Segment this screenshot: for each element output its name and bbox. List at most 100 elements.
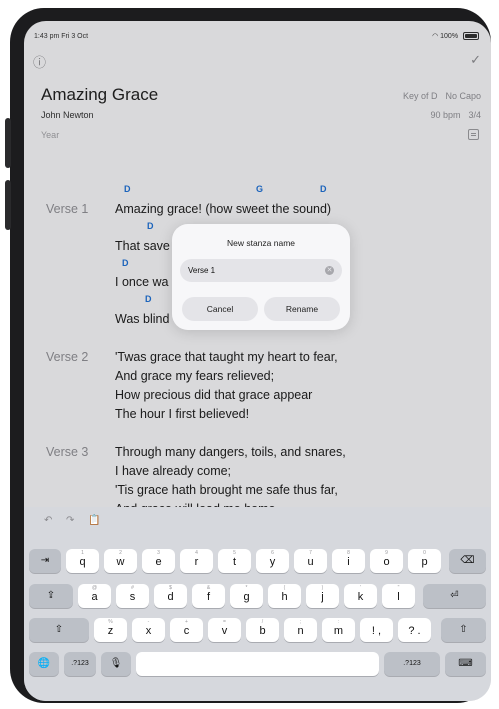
lyric-line[interactable]: The hour I first believed! [115, 407, 249, 421]
key-2[interactable]: $ d [154, 584, 187, 608]
key-5[interactable]: ; n [284, 618, 317, 642]
stanza-name-input[interactable] [188, 259, 308, 282]
song-key[interactable]: Key of D [403, 91, 438, 101]
clear-icon[interactable]: ✕ [325, 266, 334, 275]
key-alt-label: / [261, 619, 264, 625]
volume-button [5, 118, 11, 168]
dictation-key[interactable]: 🎙 [101, 652, 131, 676]
key-6[interactable]: 7u [294, 549, 327, 573]
chord[interactable]: D [122, 258, 129, 268]
list-icon[interactable] [468, 129, 479, 140]
done-icon[interactable]: ✓ [470, 52, 481, 68]
key-0[interactable]: 1q [66, 549, 99, 573]
key-alt-label: 0 [423, 550, 426, 556]
key-2[interactable]: 3e [142, 549, 175, 573]
verse-label[interactable]: Verse 2 [46, 350, 88, 364]
song-title[interactable]: Amazing Grace [41, 85, 158, 105]
key-5[interactable]: (h [268, 584, 301, 608]
keyboard-dismiss-key[interactable]: ⌨ [445, 652, 486, 676]
screen: 1:43 pm Fri 3 Oct ◠ 100% ⓘ ✓ Amazing Gra… [24, 21, 491, 701]
key-alt-label: ) [321, 585, 324, 591]
key-alt-label: 6 [271, 550, 274, 556]
delete-key[interactable]: ⌫ [449, 549, 486, 573]
verse-label[interactable]: Verse 1 [46, 202, 88, 216]
lyric-line[interactable]: 'Twas grace that taught my heart to fear… [115, 350, 338, 364]
stanza-name-field[interactable]: ✕ [180, 259, 342, 282]
key-alt-label: 4 [195, 550, 198, 556]
tab-key[interactable]: ⇥ [29, 549, 61, 573]
chord[interactable]: D [147, 221, 154, 231]
space-bar[interactable] [136, 652, 379, 676]
key-1[interactable]: -x [132, 618, 165, 642]
lyric-line[interactable]: Amazing grace! (how sweet the sound) [115, 202, 331, 216]
numbers-key-left[interactable]: .?123 [64, 652, 96, 676]
song-bpm[interactable]: 90 bpm [430, 110, 460, 120]
lyric-line[interactable]: And grace my fears relieved; [115, 369, 274, 383]
key-3[interactable]: = v [208, 618, 241, 642]
rename-button[interactable]: Rename [264, 297, 340, 321]
year-field[interactable]: Year [41, 130, 59, 140]
song-capo[interactable]: No Capo [445, 91, 481, 101]
key-3[interactable]: 4r [180, 549, 213, 573]
chord[interactable]: D [320, 184, 327, 194]
key-5[interactable]: 6y [256, 549, 289, 573]
lyric-line[interactable]: That save [115, 239, 170, 253]
shift-key-right[interactable]: ⇧ [441, 618, 486, 642]
key-alt-label: ( [283, 585, 286, 591]
cancel-button[interactable]: Cancel [182, 297, 258, 321]
key-4[interactable]: 5t [218, 549, 251, 573]
key-alt-label: 7 [309, 550, 312, 556]
key-alt-label: 8 [347, 550, 350, 556]
numbers-key-right[interactable]: .?123 [384, 652, 440, 676]
key-alt-label: " [397, 585, 400, 591]
chord[interactable]: G [256, 184, 263, 194]
key-3[interactable]: & f [192, 584, 225, 608]
return-key[interactable]: ⏎ [423, 584, 486, 608]
key-9[interactable]: 0p [408, 549, 441, 573]
caps-lock-key[interactable]: ⇪ [29, 584, 73, 608]
shift-key-left[interactable]: ⇧ [29, 618, 89, 642]
key-0[interactable]: % z [94, 618, 127, 642]
key-0[interactable]: @ a [78, 584, 111, 608]
chord[interactable]: D [145, 294, 152, 304]
lyric-line[interactable]: I once wa [115, 275, 169, 289]
key-alt-label: * [245, 585, 248, 591]
key-8[interactable]: 9o [370, 549, 403, 573]
key-4[interactable]: / b [246, 618, 279, 642]
verse-label[interactable]: Verse 3 [46, 445, 88, 459]
key-6[interactable]: ) j [306, 584, 339, 608]
key-7[interactable]: ' k [344, 584, 377, 608]
keyboard-toolbar: ↶ ↷ 📋 [24, 507, 491, 533]
rename-stanza-dialog: New stanza name ✕ Cancel Rename [172, 224, 350, 330]
key-1[interactable]: 2w [104, 549, 137, 573]
key-alt-label: ' [360, 585, 361, 591]
key-2[interactable]: + c [170, 618, 203, 642]
globe-key[interactable]: 🌐 [29, 652, 59, 676]
song-author[interactable]: John Newton [41, 110, 94, 120]
lyric-line[interactable]: 'Tis grace hath brought me safe thus far… [115, 483, 338, 497]
battery-icon [463, 32, 479, 41]
keyboard: ↶ ↷ 📋 1q2w3e4r5t6y7u8i9o0p @ a # s $ d & f * g(h)… [24, 507, 491, 701]
key-alt-label: % [108, 619, 113, 625]
battery-percent: 100% [440, 32, 459, 40]
key-alt-label: ; [299, 619, 302, 625]
paste-icon[interactable]: 📋 [88, 515, 100, 526]
key-8[interactable]: ? . [398, 618, 431, 642]
status-bar: 1:43 pm Fri 3 Oct ◠ 100% [34, 29, 479, 43]
lyric-line[interactable]: How precious did that grace appear [115, 388, 312, 402]
key-1[interactable]: # s [116, 584, 149, 608]
song-time-signature[interactable]: 3/4 [468, 110, 481, 120]
key-7[interactable]: ! , [360, 618, 393, 642]
redo-icon[interactable]: ↷ [66, 515, 74, 526]
key-7[interactable]: 8i [332, 549, 365, 573]
info-icon[interactable]: ⓘ [33, 52, 46, 71]
undo-icon[interactable]: ↶ [44, 515, 52, 526]
wifi-icon: ◠ [432, 32, 439, 40]
lyric-line[interactable]: Was blind [115, 312, 169, 326]
key-8[interactable]: " l [382, 584, 415, 608]
key-6[interactable]: :m [322, 618, 355, 642]
key-4[interactable]: * g [230, 584, 263, 608]
lyric-line[interactable]: Through many dangers, toils, and snares, [115, 445, 346, 459]
chord[interactable]: D [124, 184, 131, 194]
lyric-line[interactable]: I have already come; [115, 464, 231, 478]
